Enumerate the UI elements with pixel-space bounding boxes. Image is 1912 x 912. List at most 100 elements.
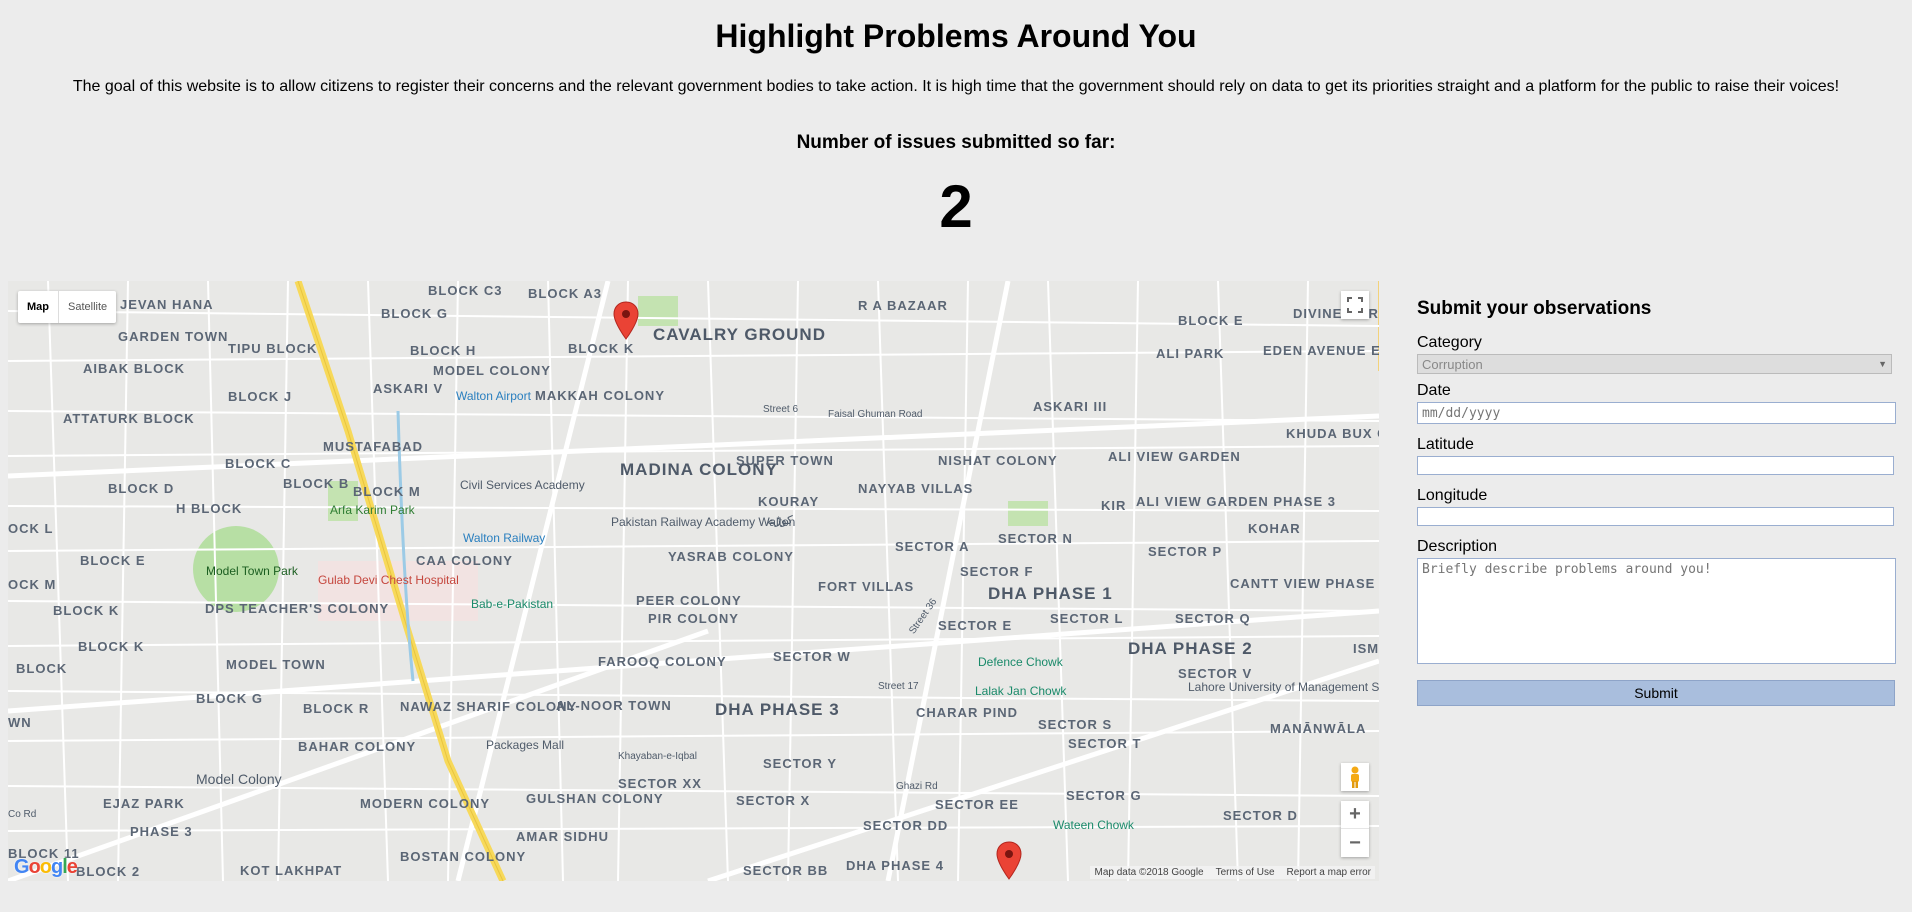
map-marker[interactable] <box>612 301 640 341</box>
map-label: SECTOR D <box>1223 808 1298 823</box>
map-label: Walton Airport <box>456 389 531 403</box>
map-label: TIPU BLOCK <box>228 341 318 356</box>
map-label: JEVAN HANA <box>120 297 214 312</box>
map-label: SECTOR DD <box>863 818 949 833</box>
map-label: BLOCK A3 <box>528 286 602 301</box>
date-input[interactable] <box>1417 402 1896 424</box>
map-label: KOT LAKHPAT <box>240 863 343 878</box>
map-label: ISM <box>1353 641 1379 656</box>
terms-of-use-link[interactable]: Terms of Use <box>1216 867 1275 878</box>
map-label: Faisal Ghuman Road <box>828 409 923 420</box>
google-logo: Google <box>14 856 78 878</box>
map-label: NISHAT COLONY <box>938 453 1058 468</box>
description-label: Description <box>1417 538 1498 555</box>
map-label: SECTOR N <box>998 531 1073 546</box>
pegman-icon <box>1351 766 1359 788</box>
map-label: DHA PHASE 3 <box>715 700 840 719</box>
map-label: BLOCK 2 <box>76 864 141 879</box>
map-type-map-button[interactable]: Map <box>18 291 58 323</box>
map-label: SECTOR T <box>1068 736 1142 751</box>
map-label: WN <box>8 715 32 730</box>
map-label: CAVALRY GROUND <box>653 325 826 344</box>
map-label: MAKKAH COLONY <box>535 388 665 403</box>
map-label: KIR <box>1101 498 1127 513</box>
submit-button[interactable]: Submit <box>1417 680 1895 706</box>
report-map-error-link[interactable]: Report a map error <box>1287 867 1371 878</box>
map-label: DPS TEACHER'S COLONY <box>205 601 390 616</box>
map-label: MANĀNWĀLA <box>1270 721 1367 736</box>
map-label: Khayaban-e-Iqbal <box>618 751 697 762</box>
map-label: BLOCK B <box>283 476 350 491</box>
map-label: FORT VILLAS <box>818 579 915 594</box>
map-label: SECTOR W <box>773 649 851 664</box>
map-label: ASKARI III <box>1033 399 1108 414</box>
map[interactable]: JEVAN HANA GARDEN TOWN BLOCK C3 BLOCK A3… <box>8 281 1379 881</box>
longitude-input[interactable] <box>1417 507 1894 526</box>
map-label: Pakistan Railway Academy Walton <box>611 515 796 529</box>
map-label: DHA PHASE 4 <box>846 858 944 873</box>
map-label: BLOCK K <box>568 341 635 356</box>
map-label: MADINA COLONY <box>620 460 778 479</box>
category-select[interactable]: Corruption ▼ <box>1417 354 1892 374</box>
map-attribution: Map data ©2018 Google Terms of Use Repor… <box>1090 866 1375 879</box>
map-label: Co Rd <box>8 809 37 820</box>
map-label: GULSHAN COLONY <box>526 791 664 806</box>
map-label: KHUDA BUX COLONY <box>1286 426 1379 441</box>
map-label: MODEL COLONY <box>433 363 551 378</box>
issue-count-value: 2 <box>939 173 973 240</box>
map-label: SECTOR Q <box>1175 611 1251 626</box>
map-label: CAA COLONY <box>416 553 513 568</box>
map-label: R A BAZAAR <box>858 298 948 313</box>
map-label: BLOCK K <box>78 639 145 654</box>
map-label: Arfa Karim Park <box>330 503 415 517</box>
intro-text: The goal of this website is to allow cit… <box>72 78 1840 95</box>
map-label: GARDEN TOWN <box>118 329 229 344</box>
map-label: BLOCK M <box>353 484 421 499</box>
map-label: BLOCK G <box>381 306 448 321</box>
map-label: SECTOR XX <box>618 776 702 791</box>
map-label: BLOCK D <box>108 481 175 496</box>
category-value: Corruption <box>1422 356 1483 372</box>
marker-icon <box>613 301 639 340</box>
map-label: ATTATURK BLOCK <box>63 411 195 426</box>
map-label: H BLOCK <box>176 501 243 516</box>
map-label: BLOCK G <box>196 691 263 706</box>
map-label: YASRAB COLONY <box>668 549 794 564</box>
page-title: Highlight Problems Around You <box>715 18 1197 54</box>
map-data-credit: Map data ©2018 Google <box>1094 867 1204 878</box>
map-type-satellite-button[interactable]: Satellite <box>58 291 116 323</box>
map-type-control: Map Satellite <box>18 291 117 323</box>
map-label: Lalak Jan Chowk <box>975 684 1067 698</box>
map-label: AIBAK BLOCK <box>83 361 185 376</box>
map-label: Packages Mall <box>486 738 565 752</box>
map-label: PIR COLONY <box>648 611 739 626</box>
latitude-input[interactable] <box>1417 456 1894 475</box>
map-label: PEER COLONY <box>636 593 742 608</box>
description-textarea[interactable] <box>1417 558 1896 664</box>
map-label: OCK L <box>8 521 54 536</box>
map-label: BOSTAN COLONY <box>400 849 527 864</box>
zoom-out-button[interactable]: − <box>1341 829 1369 857</box>
zoom-in-button[interactable]: + <box>1341 801 1369 829</box>
map-label: OCK M <box>8 577 57 592</box>
street-view-pegman[interactable] <box>1341 763 1369 791</box>
map-label: Civil Services Academy <box>460 478 585 492</box>
map-label: BLOCK E <box>1178 313 1244 328</box>
date-label: Date <box>1417 382 1451 399</box>
map-label: Lahore University of Management Sciences <box>1188 680 1379 694</box>
fullscreen-button[interactable] <box>1341 291 1369 319</box>
issue-count-label: Number of issues submitted so far: <box>796 132 1116 153</box>
marker-icon <box>996 841 1022 880</box>
map-label: SECTOR X <box>736 793 811 808</box>
map-marker[interactable] <box>995 841 1023 881</box>
map-label: EJAZ PARK <box>103 796 185 811</box>
map-label: BAHAR COLONY <box>298 739 417 754</box>
map-label: SECTOR E <box>938 618 1013 633</box>
map-label: NAYYAB VILLAS <box>858 481 974 496</box>
fullscreen-icon <box>1347 297 1363 313</box>
map-label: DHA PHASE 1 <box>988 584 1113 603</box>
map-label: BLOCK <box>16 661 68 676</box>
map-label: SECTOR S <box>1038 717 1113 732</box>
map-label: Model Town Park <box>206 564 298 578</box>
map-label: BLOCK C3 <box>428 283 503 298</box>
